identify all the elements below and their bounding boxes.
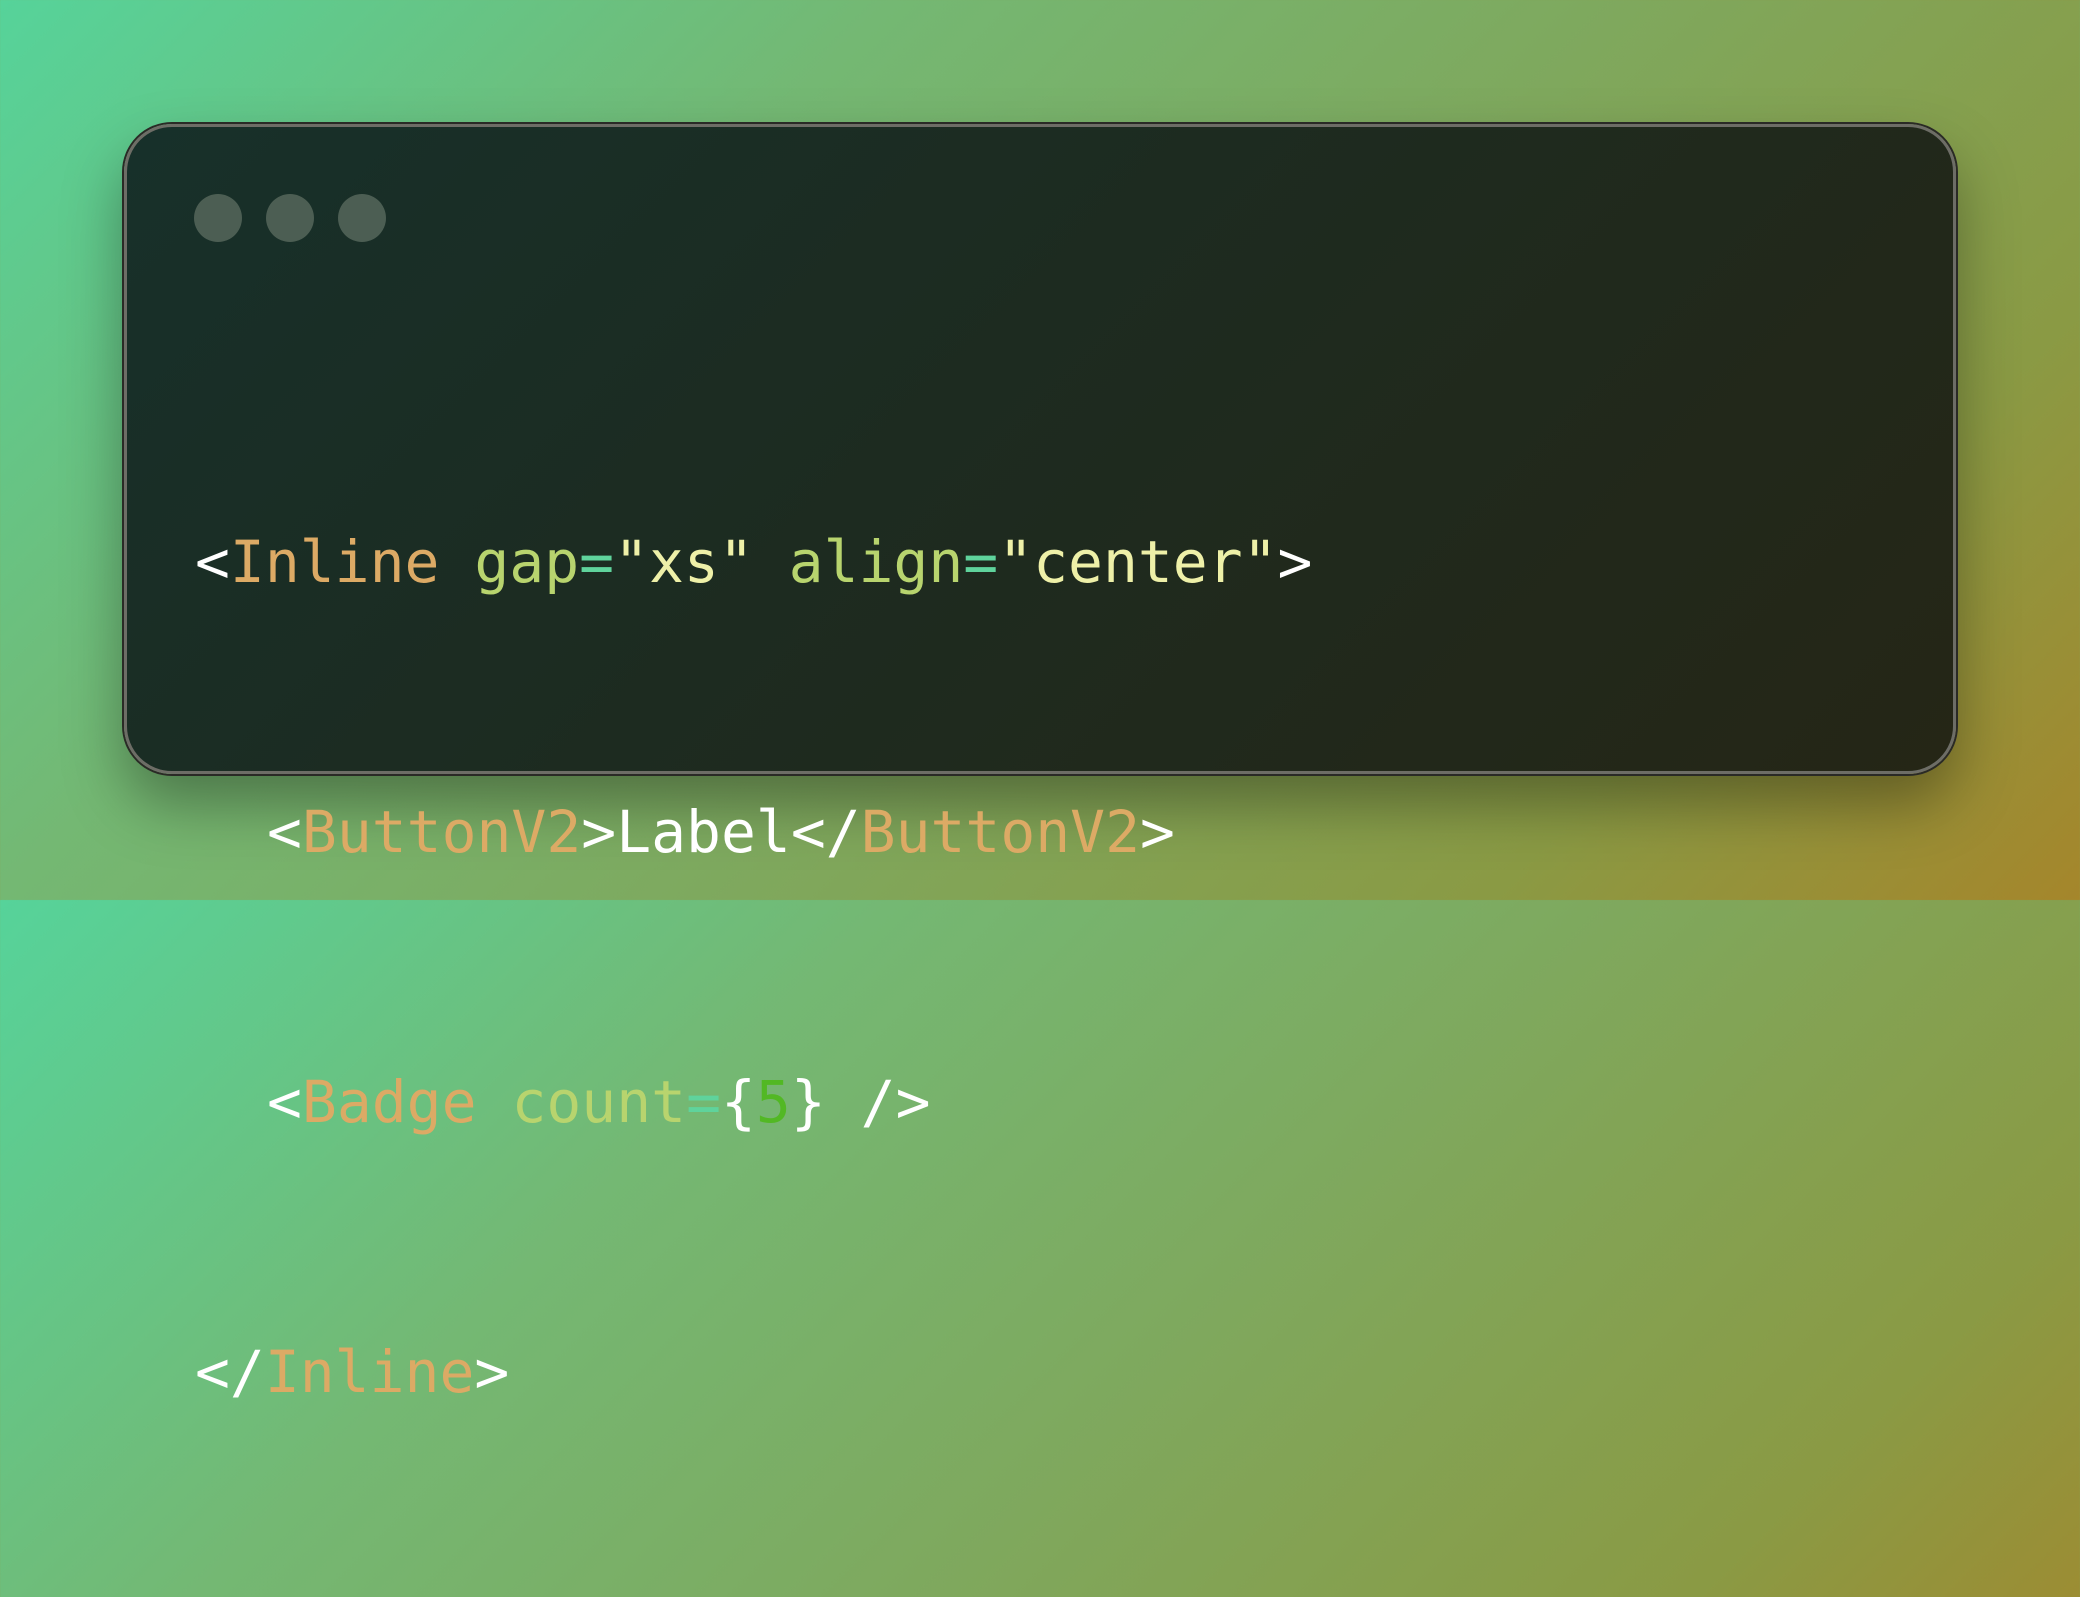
token-string: "xs" bbox=[614, 528, 754, 596]
window-controls bbox=[194, 194, 386, 242]
code-line-3: <Badge count={5} /> bbox=[195, 1057, 1312, 1147]
token-punct: < bbox=[195, 528, 230, 596]
close-dot-icon[interactable] bbox=[194, 194, 242, 242]
token-punct: </ bbox=[195, 1338, 265, 1406]
token-attr: gap bbox=[474, 528, 580, 596]
token-punct: </ bbox=[790, 798, 861, 866]
code-line-2: <ButtonV2>Label</ButtonV2> bbox=[195, 787, 1312, 877]
token-tag: Inline bbox=[264, 1338, 475, 1406]
token-tag: Inline bbox=[229, 528, 440, 596]
code-line-1: <Inline gap="xs" align="center"> bbox=[195, 517, 1312, 607]
token-punct: < bbox=[267, 798, 302, 866]
token-punct: > bbox=[1277, 528, 1313, 596]
token-tag: Badge bbox=[301, 1068, 477, 1136]
token-equals: = bbox=[579, 528, 615, 596]
token-punct: < bbox=[267, 1068, 302, 1136]
code-line-4: </Inline> bbox=[195, 1327, 1312, 1417]
minimize-dot-icon[interactable] bbox=[266, 194, 314, 242]
token-punct: /> bbox=[825, 1068, 931, 1136]
token-tag: ButtonV2 bbox=[301, 798, 582, 866]
code-window: <Inline gap="xs" align="center"> <Button… bbox=[124, 124, 1956, 1406]
token-attr: align bbox=[788, 528, 964, 596]
token-brace: { bbox=[720, 1068, 756, 1136]
token-text: Label bbox=[616, 798, 791, 866]
token-number: 5 bbox=[755, 1068, 791, 1136]
token-equals: = bbox=[686, 1068, 721, 1136]
token-attr: count bbox=[511, 1068, 687, 1136]
token-string: "center" bbox=[998, 528, 1278, 596]
token-punct: > bbox=[581, 798, 617, 866]
token-equals: = bbox=[963, 528, 999, 596]
maximize-dot-icon[interactable] bbox=[338, 194, 386, 242]
token-punct: > bbox=[474, 1338, 510, 1406]
code-block: <Inline gap="xs" align="center"> <Button… bbox=[195, 337, 1312, 1597]
token-punct: > bbox=[1140, 798, 1175, 866]
token-tag: ButtonV2 bbox=[860, 798, 1141, 866]
token-brace: } bbox=[790, 1068, 826, 1136]
